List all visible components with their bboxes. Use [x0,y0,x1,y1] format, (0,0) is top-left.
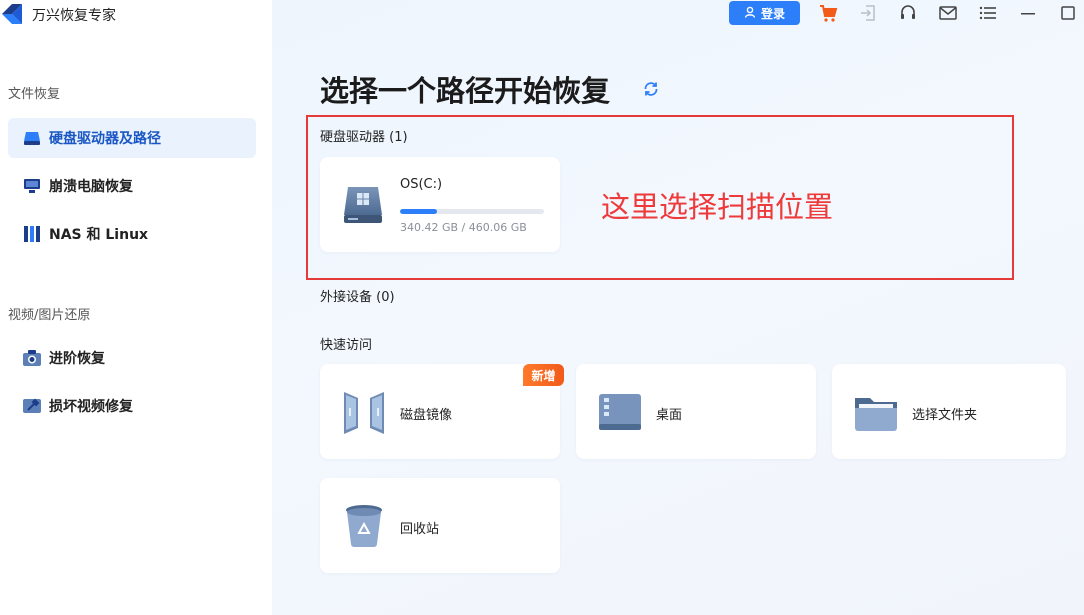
sidebar-item-advanced-recovery[interactable]: 进阶恢复 [8,338,256,378]
quick-item-desktop[interactable]: 桌面 [576,364,816,459]
export-icon[interactable] [858,3,878,23]
hard-drive-icon [22,128,42,148]
maximize-icon[interactable] [1058,3,1078,23]
quick-item-recycle-bin[interactable]: 回收站 [320,478,560,573]
sidebar-item-label: 硬盘驱动器及路径 [49,131,161,147]
app-title: 万兴恢复专家 [32,8,116,24]
sidebar-item-label: 损坏视频修复 [49,399,133,415]
video-repair-icon [22,396,42,416]
external-devices-label: 外接设备 (0) [320,290,395,305]
sidebar-item-label: 崩溃电脑恢复 [49,179,133,195]
monitor-icon [22,176,42,196]
quick-item-label: 选择文件夹 [912,408,978,423]
disk-image-icon [340,388,388,436]
minimize-icon[interactable] [1018,3,1038,23]
sidebar-item-label: NAS 和 Linux [49,227,149,243]
sidebar-item-video-repair[interactable]: 损坏视频修复 [8,386,256,426]
quick-item-label: 桌面 [656,408,683,423]
login-button[interactable]: 登录 [729,1,800,25]
refresh-icon[interactable] [642,80,660,98]
sidebar-item-crashed-pc[interactable]: 崩溃电脑恢复 [8,166,256,206]
sidebar-item-hard-drive[interactable]: 硬盘驱动器及路径 [8,118,256,158]
sidebar-item-nas-linux[interactable]: NAS 和 Linux [8,214,256,254]
page-title: 选择一个路径开始恢复 [320,74,611,108]
user-icon [744,6,756,21]
section-video-photo: 视频/图片还原 [8,308,91,323]
quick-item-label: 回收站 [400,522,440,537]
mail-icon[interactable] [938,3,958,23]
quick-access-label: 快速访问 [320,338,373,353]
sidebar-item-label: 进阶恢复 [49,351,105,367]
sidebar: 万兴恢复专家 文件恢复 硬盘驱动器及路径 崩溃电脑恢复 NAS 和 Linux … [0,0,272,615]
headset-icon[interactable] [898,3,918,23]
folder-icon [852,388,900,436]
menu-icon[interactable] [978,3,998,23]
quick-item-label: 磁盘镜像 [400,408,453,423]
quick-item-select-folder[interactable]: 选择文件夹 [832,364,1066,459]
app-logo-icon [0,2,24,26]
recycle-bin-icon [340,502,388,550]
nas-icon [22,224,42,244]
section-file-recovery: 文件恢复 [8,87,61,102]
cart-icon[interactable] [818,3,838,23]
annotation-text: 这里选择扫描位置 [601,190,834,224]
camera-icon [22,348,42,368]
desktop-icon [596,388,644,436]
login-label: 登录 [760,6,785,21]
new-badge: 新增 [523,364,564,386]
